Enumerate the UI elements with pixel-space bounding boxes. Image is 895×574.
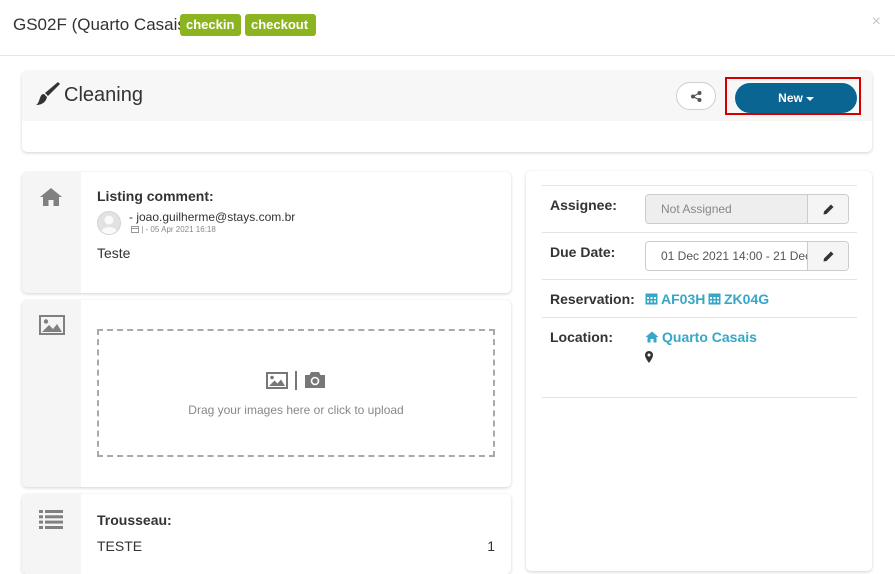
trousseau-item-name: TESTE [97, 538, 143, 554]
pencil-icon [823, 251, 834, 262]
reservation-link-af03h[interactable]: AF03H [645, 291, 705, 307]
new-button-label: New [778, 91, 803, 105]
comment-card-sidebar [22, 172, 81, 293]
trousseau-label: Trousseau: [97, 512, 172, 528]
checkin-badge[interactable]: checkin [180, 14, 241, 36]
upload-hint: Drag your images here or click to upload [188, 403, 404, 417]
share-button[interactable] [676, 82, 716, 110]
calendar-icon [131, 226, 139, 233]
divider [542, 317, 857, 318]
reservation-code: AF03H [661, 291, 706, 307]
image-upload-dropzone[interactable]: Drag your images here or click to upload [97, 329, 495, 457]
details-card: Assignee: Not Assigned Due Date: 01 Dec … [526, 171, 872, 571]
reservation-code: ZK04G [724, 291, 770, 307]
list-icon [39, 510, 63, 529]
assignee-label: Assignee: [550, 197, 617, 213]
listing-comment-label: Listing comment: [97, 188, 214, 204]
assignee-value: Not Assigned [646, 195, 808, 223]
divider [295, 371, 297, 390]
location-name: Quarto Casais [662, 329, 757, 345]
comment-timestamp: | - 05 Apr 2021 16:18 [141, 225, 216, 234]
location-link[interactable]: Quarto Casais [645, 329, 757, 345]
modal-title: GS02F (Quarto Casais) [13, 15, 192, 34]
calendar-icon [645, 293, 658, 305]
task-panel: Cleaning New [22, 71, 872, 152]
due-date-field[interactable]: 01 Dec 2021 14:00 - 21 Dec [645, 241, 849, 271]
upload-icons [266, 371, 330, 391]
edit-due-date-button[interactable] [807, 242, 848, 270]
close-button[interactable]: × [872, 13, 881, 31]
calendar-icon [708, 293, 721, 305]
images-card-sidebar [22, 300, 81, 487]
divider [542, 185, 857, 186]
divider [542, 279, 857, 280]
comment-text: Teste [97, 245, 131, 261]
home-icon [40, 188, 62, 206]
task-panel-header: Cleaning New [22, 71, 872, 121]
caret-down-icon [805, 96, 814, 101]
divider [542, 397, 857, 398]
checkout-badge[interactable]: checkout [245, 14, 316, 36]
edit-assignee-button[interactable] [807, 195, 848, 223]
reservation-link-zk04g[interactable]: ZK04G [708, 291, 769, 307]
home-icon [645, 331, 659, 343]
due-date-label: Due Date: [550, 244, 616, 260]
avatar [97, 211, 121, 235]
comment-meta: | - 05 Apr 2021 16:18 [131, 225, 216, 234]
due-date-value: 01 Dec 2021 14:00 - 21 Dec [646, 242, 808, 270]
divider [542, 232, 857, 233]
images-card: Drag your images here or click to upload [22, 300, 511, 487]
paint-brush-icon [36, 82, 60, 105]
image-icon [266, 372, 288, 389]
assignee-field[interactable]: Not Assigned [645, 194, 849, 224]
task-title: Cleaning [64, 84, 143, 106]
trousseau-item-qty: 1 [487, 538, 495, 554]
share-icon [691, 91, 702, 102]
camera-icon [305, 372, 325, 388]
comment-card: Listing comment: - joao.guilherme@stays.… [22, 172, 511, 293]
reservation-label: Reservation: [550, 291, 635, 307]
location-label: Location: [550, 329, 613, 345]
modal-header: GS02F (Quarto Casais) checkin checkout × [0, 0, 895, 56]
new-button-highlight: New [725, 77, 861, 115]
pencil-icon [823, 204, 834, 215]
trousseau-card-sidebar [22, 494, 81, 574]
new-dropdown-button[interactable]: New [735, 83, 857, 113]
trousseau-card: Trousseau: TESTE 1 [22, 494, 511, 574]
map-marker-icon [645, 351, 653, 363]
image-icon [39, 315, 65, 335]
comment-author: - joao.guilherme@stays.com.br [129, 210, 296, 224]
